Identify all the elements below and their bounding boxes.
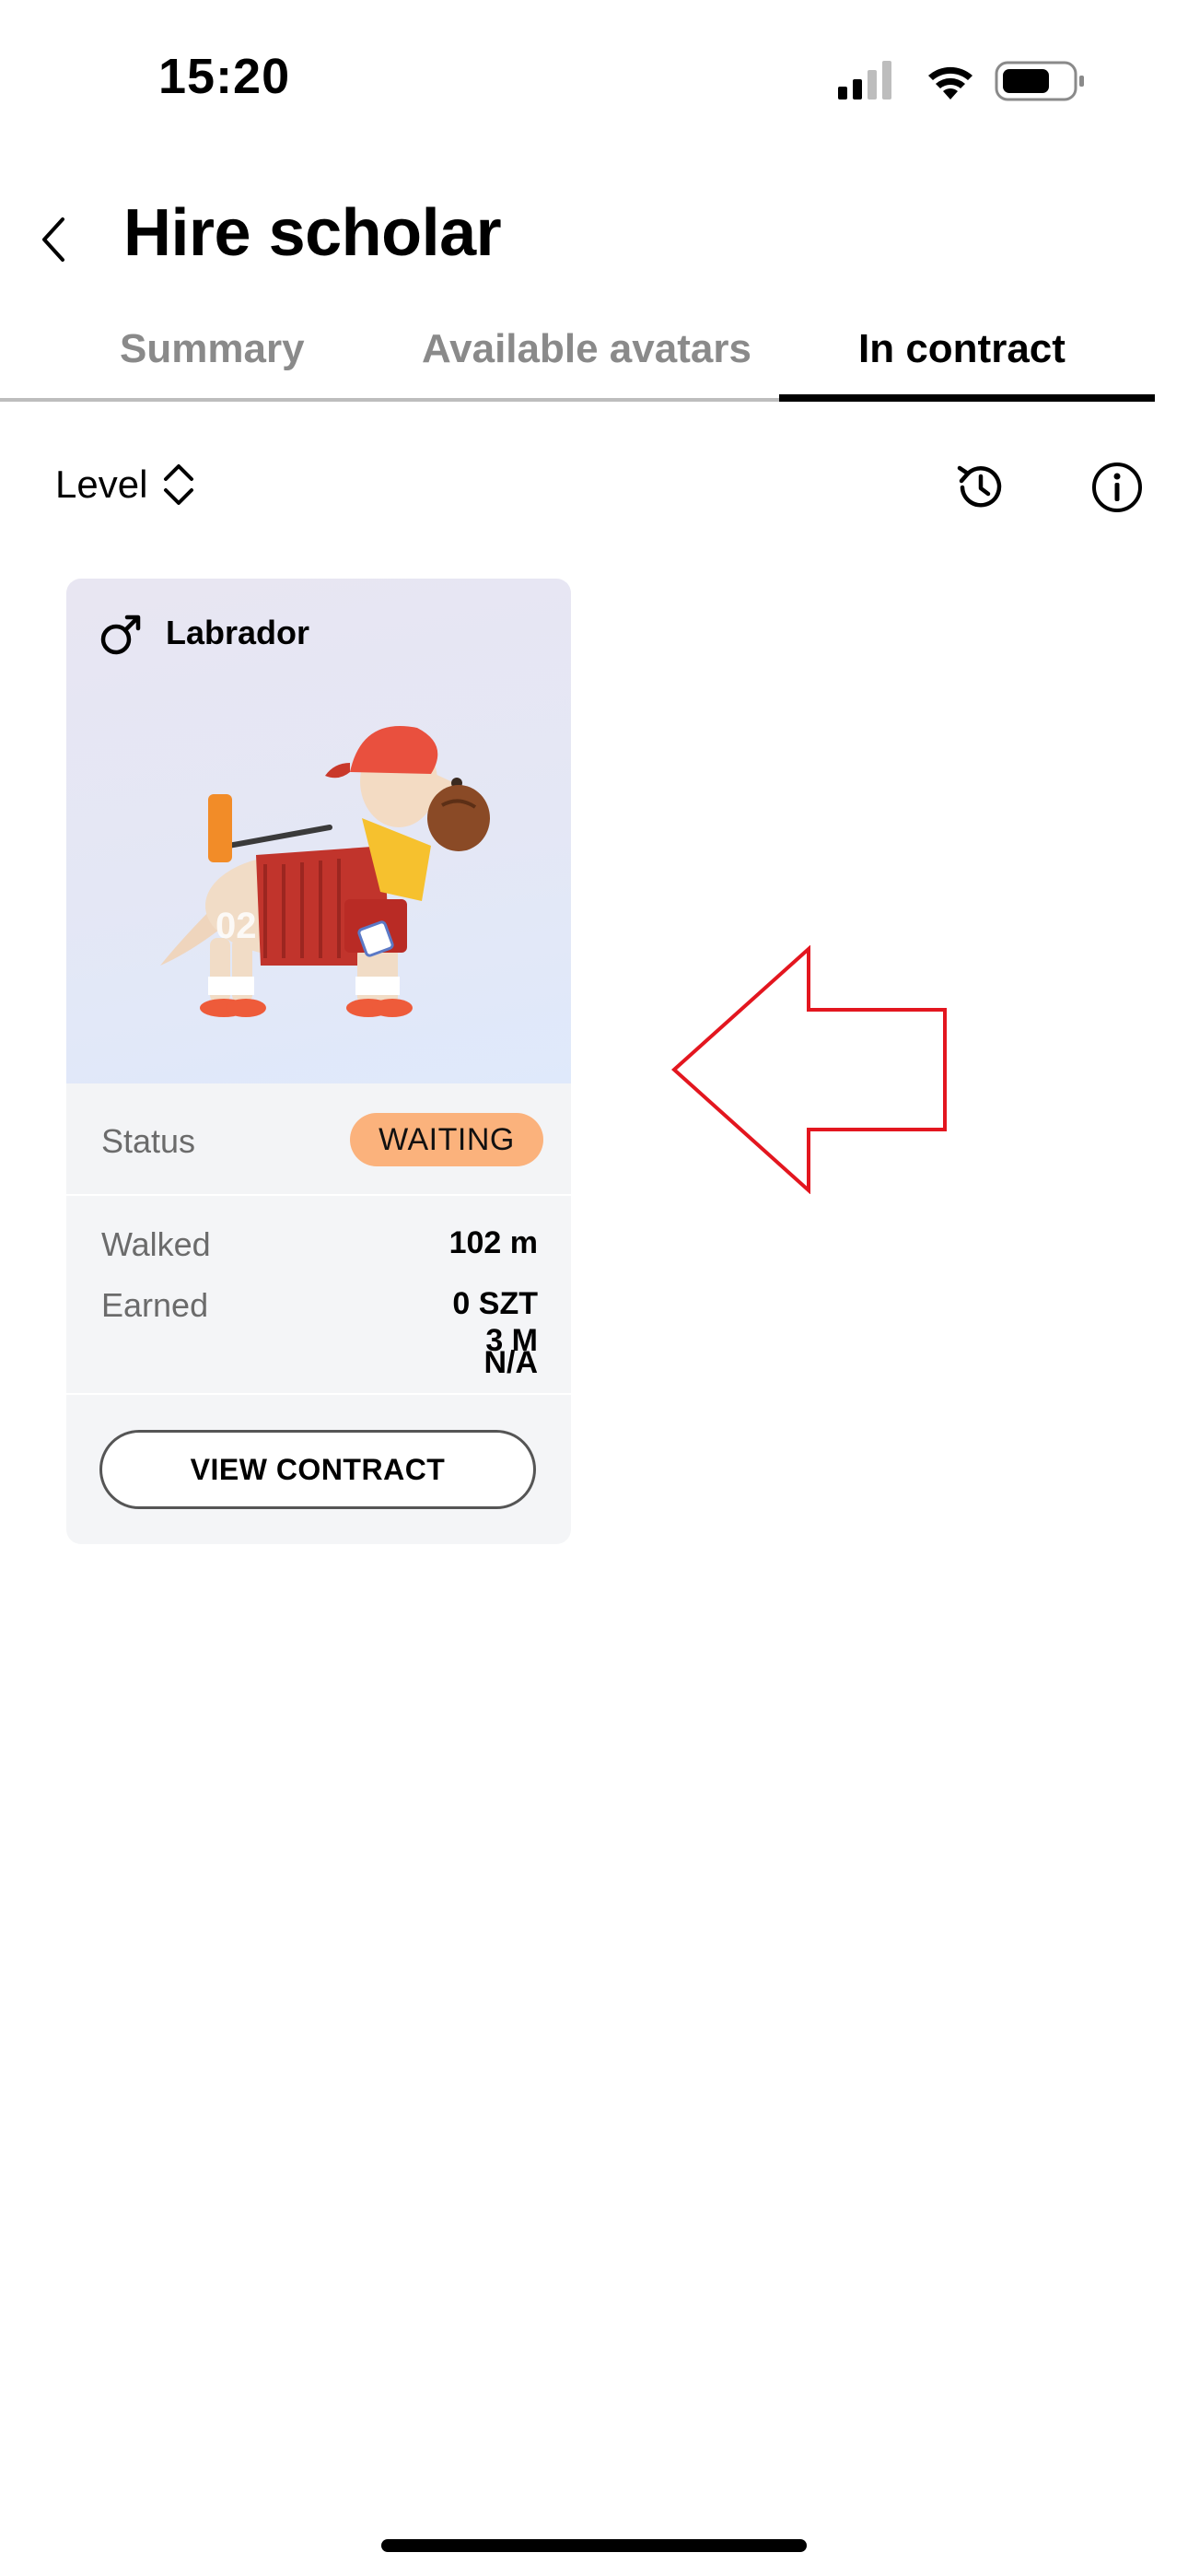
status-label: Status [101,1122,196,1160]
info-circle-icon[interactable] [1090,461,1144,514]
card-divider [66,1393,571,1395]
tab-summary[interactable]: Summary [120,326,305,372]
home-indicator [381,2539,807,2552]
earned-na-value: N/A [483,1345,538,1380]
earned-value: 0 SZT [452,1286,538,1321]
labrador-avatar-illustration: 02 [160,726,490,1017]
status-bar-time: 15:20 [158,49,291,104]
red-arrow-annotation [671,945,947,1194]
page-title: Hire scholar [123,196,502,270]
tab-available-avatars[interactable]: Available avatars [422,326,751,372]
status-badge: WAITING [350,1113,543,1166]
walked-label: Walked [101,1225,211,1263]
earned-label: Earned [101,1286,209,1324]
cellular-signal-icon [838,61,891,100]
wifi-icon [928,66,973,100]
view-contract-button[interactable]: VIEW CONTRACT [99,1430,536,1509]
status-bar-icons [838,61,1084,101]
tab-bar: Summary Available avatars In contract [0,313,1188,404]
avatar-card: Labrador 02 Status WAITING Walked 102 m … [66,579,571,1544]
tab-in-contract[interactable]: In contract [858,326,1066,372]
back-chevron-icon[interactable] [37,214,74,265]
battery-icon [995,61,1084,101]
card-divider [66,1194,571,1196]
male-gender-icon [100,615,141,655]
walked-value: 102 m [448,1225,538,1260]
avatar-breed: Labrador [166,614,310,651]
history-clock-icon[interactable] [954,461,1007,514]
active-tab-indicator [779,394,1155,402]
sort-updown-icon[interactable] [162,463,195,507]
sort-level-button[interactable]: Level [55,463,147,507]
